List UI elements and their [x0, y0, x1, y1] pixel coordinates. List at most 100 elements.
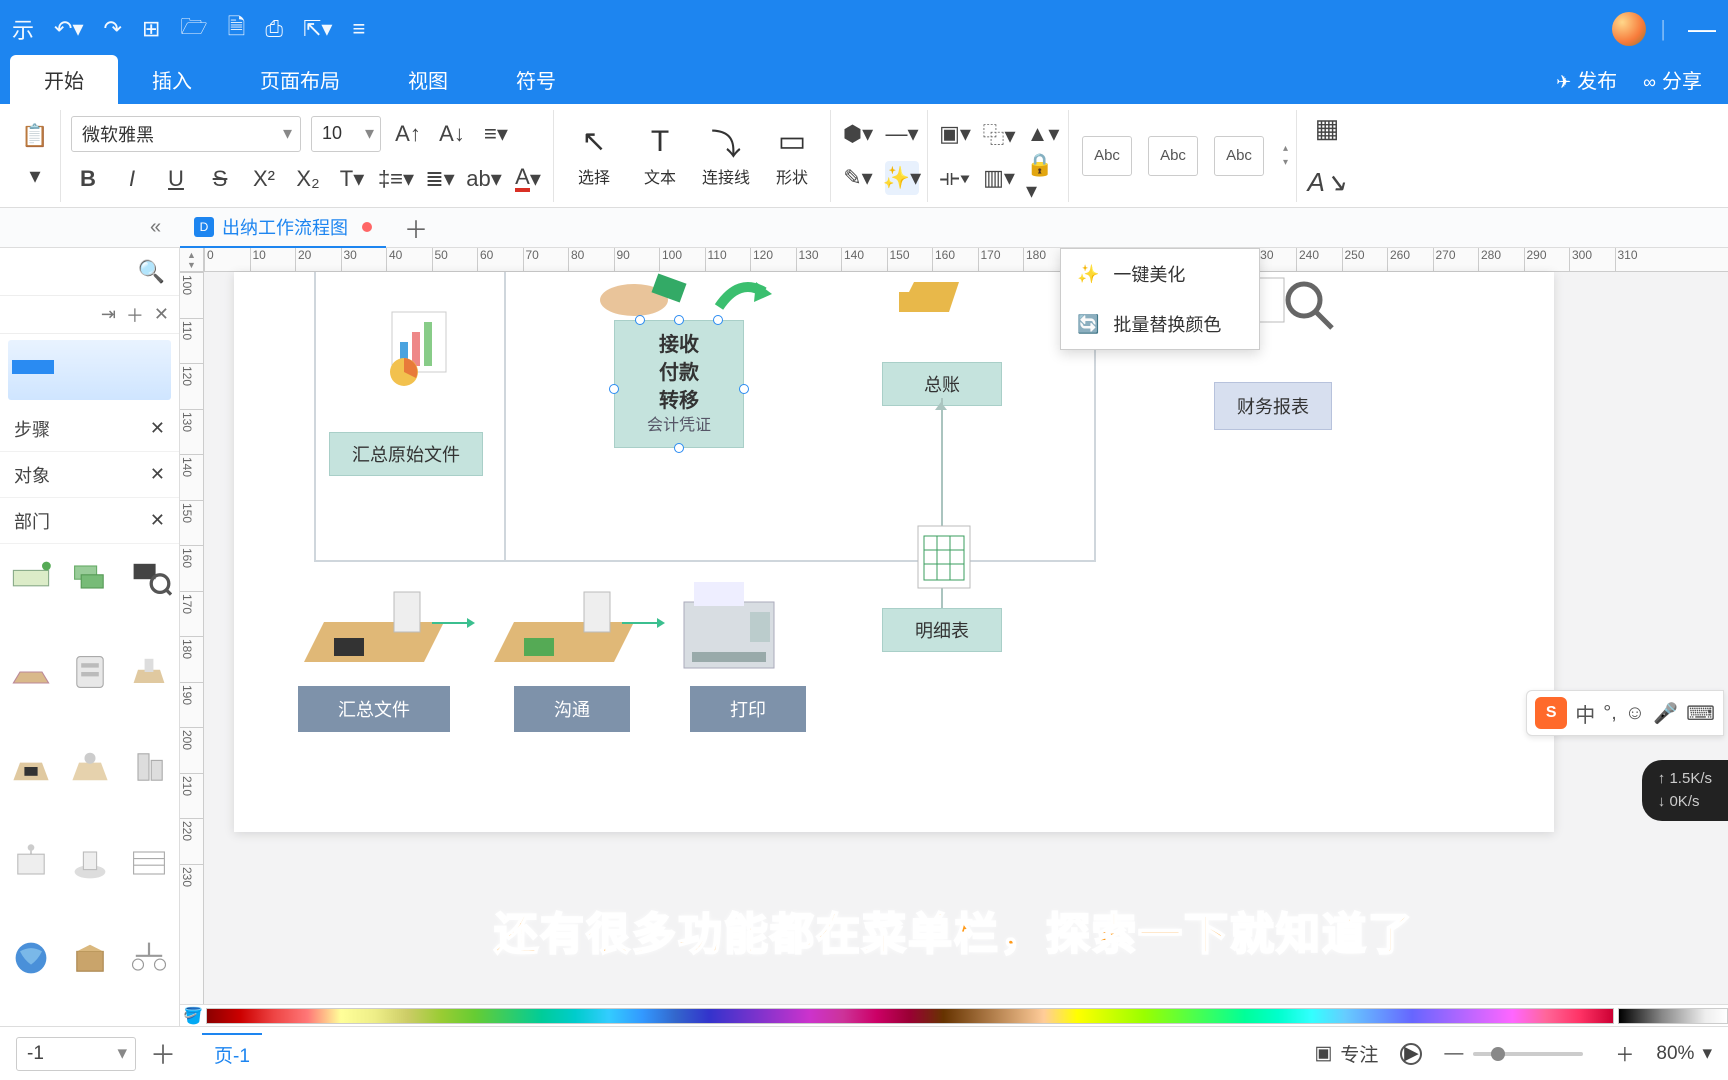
- category-steps[interactable]: 步骤✕: [0, 406, 179, 452]
- new-icon[interactable]: ⊞: [142, 16, 160, 42]
- clipart-arrow[interactable]: [714, 272, 774, 322]
- style-more[interactable]: ▴▾: [1283, 143, 1288, 168]
- close-icon[interactable]: ✕: [150, 510, 165, 531]
- superscript-button[interactable]: X²: [247, 162, 281, 196]
- menu-batch-replace-color[interactable]: 🔄批量替换颜色: [1061, 299, 1259, 349]
- table-icon[interactable]: ▦: [1307, 109, 1347, 149]
- tab-layout[interactable]: 页面布局: [226, 55, 374, 104]
- tool-shape[interactable]: ▭形状: [762, 124, 822, 188]
- category-objects[interactable]: 对象✕: [0, 452, 179, 498]
- ime-keyboard-icon[interactable]: ⌨: [1686, 701, 1715, 726]
- focus-mode-button[interactable]: ▣专注: [1314, 1040, 1378, 1067]
- ime-toolbar[interactable]: S 中 °, ☺ 🎤 ⌨: [1526, 690, 1724, 736]
- highlight-icon[interactable]: ab▾: [467, 162, 501, 196]
- zoom-slider[interactable]: [1473, 1052, 1583, 1056]
- node-summary-original[interactable]: 汇总原始文件: [329, 432, 483, 476]
- style-preset-1[interactable]: Abc: [1082, 136, 1132, 176]
- shape-item[interactable]: [122, 836, 175, 890]
- bold-button[interactable]: B: [71, 162, 105, 196]
- canvas[interactable]: ▲▼ 0102030405060708090100110120130140150…: [180, 248, 1728, 1026]
- align-obj-icon[interactable]: ⟛▾: [938, 161, 972, 195]
- fill-icon[interactable]: ⬢▾: [841, 117, 875, 151]
- close-panel-icon[interactable]: ✕: [154, 304, 169, 325]
- shrink-font-icon[interactable]: A↓: [435, 117, 469, 151]
- tool-text[interactable]: T文本: [630, 124, 690, 188]
- page-thumbnail[interactable]: [8, 340, 171, 400]
- user-avatar[interactable]: [1612, 12, 1646, 46]
- collapse-panel-icon[interactable]: «: [150, 216, 161, 239]
- clipart-printer[interactable]: [664, 572, 794, 682]
- ime-punct-icon[interactable]: °,: [1603, 702, 1617, 725]
- undo-icon[interactable]: ↶▾: [54, 16, 83, 42]
- node-print[interactable]: 打印: [690, 686, 806, 732]
- pen-icon[interactable]: ✎▾: [841, 161, 875, 195]
- shape-item[interactable]: [4, 550, 57, 604]
- italic-button[interactable]: I: [115, 162, 149, 196]
- node-detail[interactable]: 明细表: [882, 608, 1002, 652]
- arrange-front-icon[interactable]: ▣▾: [938, 117, 972, 151]
- connector[interactable]: [622, 622, 662, 624]
- add-icon[interactable]: ＋: [126, 302, 144, 328]
- shape-item[interactable]: [4, 931, 57, 985]
- clipart-desk1[interactable]: [294, 572, 444, 682]
- node-comm[interactable]: 沟通: [514, 686, 630, 732]
- clipart-folder[interactable]: [894, 272, 964, 322]
- fill-bucket-icon[interactable]: 🪣: [180, 1006, 206, 1026]
- distribute-icon[interactable]: ▥▾: [982, 161, 1016, 195]
- group-icon[interactable]: ⿻▾: [982, 117, 1016, 151]
- subscript-button[interactable]: X₂: [291, 162, 325, 196]
- shape-item[interactable]: [122, 645, 175, 699]
- ime-emoji-icon[interactable]: ☺: [1625, 702, 1645, 725]
- shape-item[interactable]: [4, 740, 57, 794]
- shape-item[interactable]: [63, 836, 116, 890]
- shape-item[interactable]: [63, 645, 116, 699]
- page-select[interactable]: -1: [16, 1037, 136, 1071]
- shape-item[interactable]: [4, 645, 57, 699]
- shape-item[interactable]: [4, 836, 57, 890]
- menu-one-click-beautify[interactable]: ✨一键美化: [1061, 249, 1259, 299]
- ime-mode[interactable]: 中: [1575, 699, 1595, 728]
- zoom-in-button[interactable]: ＋: [1615, 1040, 1634, 1067]
- flip-icon[interactable]: ▲▾: [1026, 117, 1060, 151]
- connector[interactable]: [432, 622, 472, 624]
- tab-view[interactable]: 视图: [374, 55, 482, 104]
- publish-button[interactable]: ✈发布: [1556, 65, 1617, 94]
- zoom-level[interactable]: 80% ▾: [1656, 1042, 1712, 1065]
- font-select[interactable]: 微软雅黑: [71, 116, 301, 152]
- color-swatches[interactable]: [206, 1008, 1614, 1024]
- play-button[interactable]: ▶: [1400, 1043, 1422, 1065]
- font-panel-icon[interactable]: A↘: [1307, 163, 1347, 203]
- strike-button[interactable]: S: [203, 162, 237, 196]
- list-icon[interactable]: ≣▾: [423, 162, 457, 196]
- gray-swatches[interactable]: [1618, 1008, 1728, 1024]
- text-effects-icon[interactable]: T▾: [335, 162, 369, 196]
- save-icon[interactable]: 🗎: [228, 10, 246, 48]
- page-tab[interactable]: 页-1: [202, 1033, 262, 1074]
- add-tab-button[interactable]: ＋: [404, 210, 428, 245]
- shape-item[interactable]: [122, 740, 175, 794]
- close-icon[interactable]: ✕: [150, 464, 165, 485]
- tab-start[interactable]: 开始: [10, 55, 118, 104]
- line-spacing-icon[interactable]: ‡≡▾: [379, 162, 413, 196]
- open-icon[interactable]: 🗁: [180, 10, 207, 48]
- clipart-spreadsheet[interactable]: [914, 522, 974, 592]
- underline-button[interactable]: U: [159, 162, 193, 196]
- node-receive-payment[interactable]: 接收 付款 转移 会计凭证: [614, 320, 744, 448]
- shape-item[interactable]: [63, 550, 116, 604]
- export-icon[interactable]: ⇱▾: [303, 16, 332, 42]
- shape-item[interactable]: [122, 931, 175, 985]
- close-icon[interactable]: ✕: [150, 418, 165, 439]
- clipart-desk2[interactable]: [484, 572, 634, 682]
- share-button[interactable]: ∞分享: [1643, 65, 1702, 94]
- beautify-button[interactable]: ✨▾: [885, 161, 919, 195]
- paste-icon[interactable]: 📋: [18, 119, 52, 153]
- shape-item[interactable]: [63, 931, 116, 985]
- redo-icon[interactable]: ↷: [104, 16, 122, 42]
- tab-symbol[interactable]: 符号: [482, 55, 590, 104]
- shape-item[interactable]: [122, 550, 175, 604]
- minimize-icon[interactable]: —: [1688, 13, 1716, 45]
- grow-font-icon[interactable]: A↑: [391, 117, 425, 151]
- node-report[interactable]: 财务报表: [1214, 382, 1332, 430]
- font-size-select[interactable]: 10: [311, 116, 381, 152]
- style-preset-2[interactable]: Abc: [1148, 136, 1198, 176]
